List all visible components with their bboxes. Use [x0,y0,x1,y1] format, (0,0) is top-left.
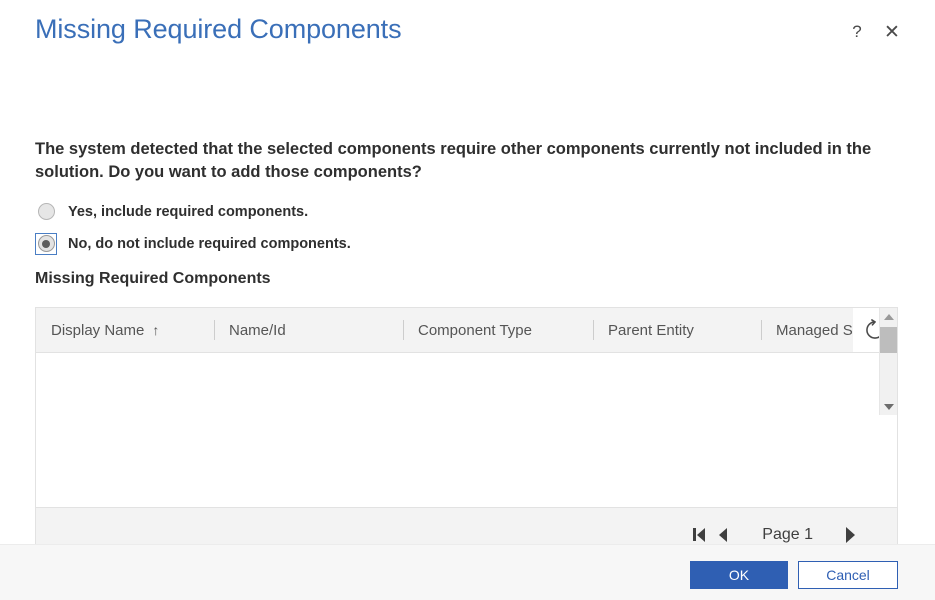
page-title: Missing Required Components [35,14,402,44]
pager-page-label: Page 1 [762,525,813,543]
radio-indicator-yes [35,201,57,223]
missing-components-grid: Display Name ↑ Name/Id Component Type Pa… [35,307,898,562]
column-header-parent-entity[interactable]: Parent Entity [593,308,761,352]
grid-body-empty [36,353,897,441]
column-header-label: Managed S [776,321,853,339]
include-components-radio-group: Yes, include required components. No, do… [35,198,351,262]
grid-header-row: Display Name ↑ Name/Id Component Type Pa… [36,308,897,353]
grid-vertical-scrollbar[interactable] [879,308,897,415]
radio-label-no: No, do not include required components. [68,235,351,252]
radio-indicator-no [35,232,57,255]
sort-ascending-icon: ↑ [152,322,160,338]
section-title: Missing Required Components [35,270,271,287]
dialog-header: Missing Required Components ? ✕ [0,0,935,70]
close-icon[interactable]: ✕ [883,22,901,43]
radio-option-yes[interactable]: Yes, include required components. [35,198,351,225]
radio-label-yes: Yes, include required components. [68,203,309,220]
column-header-name-id[interactable]: Name/Id [214,308,403,352]
dialog-body: The system detected that the selected co… [0,70,935,562]
header-icon-group: ? ✕ [848,22,901,43]
cancel-button[interactable]: Cancel [798,561,898,589]
ok-button[interactable]: OK [690,561,788,589]
dialog-footer: OK Cancel [0,544,935,600]
column-header-label: Name/Id [229,321,286,339]
radio-option-no[interactable]: No, do not include required components. [35,230,351,257]
column-header-label: Parent Entity [608,321,694,339]
column-header-label: Component Type [418,321,532,339]
help-icon[interactable]: ? [848,22,866,42]
scroll-down-arrow-icon[interactable] [880,398,898,415]
prompt-message: The system detected that the selected co… [35,140,872,181]
scroll-up-arrow-icon[interactable] [880,308,898,325]
column-header-label: Display Name [51,321,145,339]
column-header-component-type[interactable]: Component Type [403,308,593,352]
vertical-scroll-thumb[interactable] [880,327,897,353]
column-header-display-name[interactable]: Display Name ↑ [36,308,214,352]
